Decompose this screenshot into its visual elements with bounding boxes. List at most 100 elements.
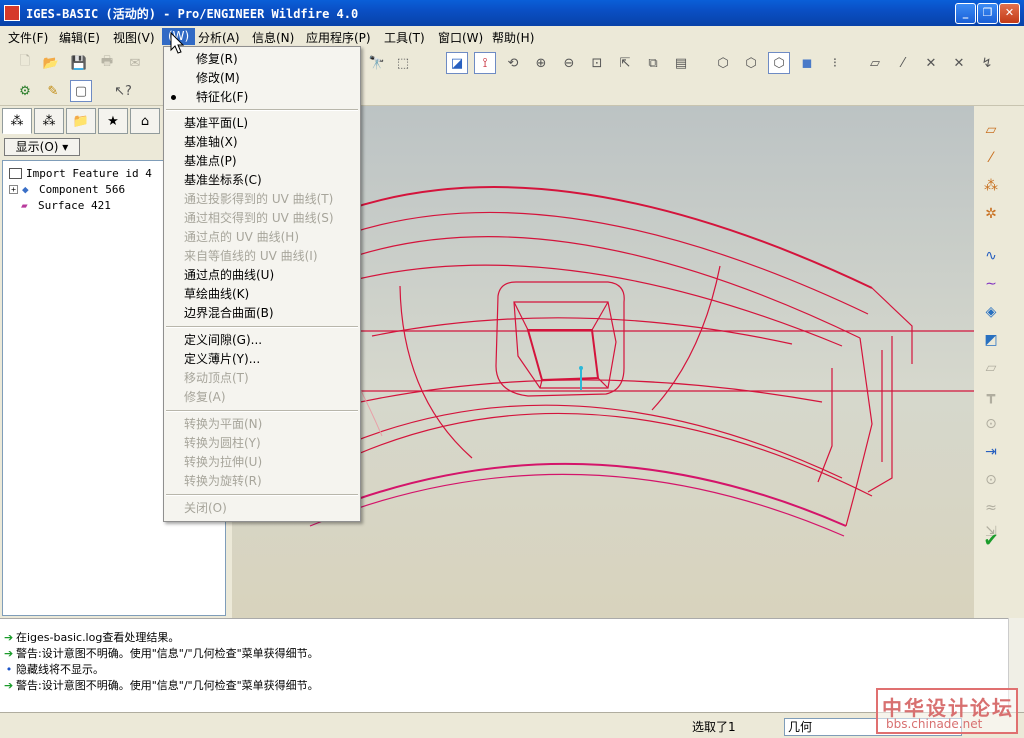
menu-item-datum-axis[interactable]: 基准轴(X) [164,133,360,152]
show-dropdown[interactable]: 显示(O) ▾ [4,138,80,156]
open-icon[interactable]: 📂 [40,52,62,74]
coord-sys-tool-icon[interactable]: ✲ [978,202,1004,226]
reorient-icon[interactable]: ⇱ [614,52,636,74]
plane-convert-icon[interactable]: ▱ [978,356,1004,380]
menu-applications[interactable]: 应用程序(P) [300,28,377,45]
zoom-in-icon[interactable]: ⊕ [530,52,552,74]
datum-axis-display-icon[interactable]: ⁄ [892,52,914,74]
remove-icon[interactable]: ⇥ [978,440,1004,464]
print-icon[interactable]: 🖶 [96,52,118,74]
menu-item-datum-point[interactable]: 基准点(P) [164,152,360,171]
tree-node-component[interactable]: + ◆ Component 566 [9,181,125,197]
menu-file[interactable]: 文件(F) [2,28,54,45]
message-line: ➔ 警告:设计意图不明确。使用"信息"/"几何检查"菜单获得细节。 [4,646,319,661]
uv-curve-tool-icon[interactable]: ∿ [978,244,1004,268]
status-bar: 选取了1 几何 [0,712,1024,738]
menu-view[interactable]: 视图(V) [107,28,161,45]
save-icon[interactable]: 💾 [68,52,90,74]
hidden-line-icon[interactable]: ⬡ [740,52,762,74]
surface-tool-icon[interactable]: ◩ [978,328,1004,352]
menu-help[interactable]: 帮助(H) [486,28,540,45]
coord-sys-display-icon[interactable]: ✕ [948,52,970,74]
watermark-url: bbs.chinade.net [886,717,983,731]
extend-icon[interactable]: ┳ [978,384,1004,408]
menu-item-modify[interactable]: 修改(M) [164,69,360,88]
restore-button[interactable]: ❐ [977,3,998,24]
tab-folder-browser[interactable]: 📁 [66,108,96,134]
tab-layer-tree[interactable]: ⁂ [34,108,64,134]
menu-analysis[interactable]: 分析(A) [192,28,246,45]
email-icon[interactable]: ✉ [124,52,146,74]
menu-item-featurize[interactable]: 特征化(F) [164,88,360,107]
menu-item-convert-plane: 转换为平面(N) [184,417,263,431]
datum-plane-display-icon[interactable]: ▱ [864,52,886,74]
model-tree-toggle-icon[interactable]: ⁝ [824,52,846,74]
tree-node-import-feature[interactable]: Import Feature id 4 [9,165,152,181]
menu-item-close: 关闭(O) [184,501,227,515]
message-info-dot-icon: • [5,662,13,676]
close-button[interactable]: ✕ [999,3,1020,24]
shading-toggle-icon[interactable]: ▢ [70,80,92,102]
window-title: IGES-BASIC (活动的) - Pro/ENGINEER Wildfire… [26,7,359,21]
datum-point-display-icon[interactable]: ✕ [920,52,942,74]
menu-item-define-sliver[interactable]: 定义薄片(Y)... [164,350,360,369]
datum-point-tool-icon[interactable]: ⁂ [978,174,1004,198]
new-icon[interactable]: 🗋 [14,52,36,74]
message-arrow-icon: ➔ [4,630,14,644]
menu-item-datum-csys[interactable]: 基准坐标系(C) [164,171,360,190]
menu-window[interactable]: 窗口(W) [432,28,489,45]
whats-this-icon[interactable]: ↖? [112,80,134,102]
layers-icon[interactable]: ▤ [670,52,692,74]
regenerate-icon[interactable]: ⚙ [14,80,36,102]
tab-web[interactable]: ⌂ [130,108,160,134]
no-hidden-icon[interactable]: ⬡ [768,52,790,74]
accept-check-icon[interactable]: ✔ [978,528,1004,552]
shading-icon[interactable]: ◼ [796,52,818,74]
menu-edit[interactable]: 编辑(E) [53,28,106,45]
menu-item-curve-through-points[interactable]: 通过点的曲线(U) [164,266,360,285]
right-toolbar: ▱ ⁄ ⁂ ✲ ∿ ∼ ◈ ◩ ▱ ┳ ⊙ ⇥ ⊙ ≈ ⇲ ✔ [974,106,1024,618]
menu-item-repair[interactable]: 修复(R) [164,50,360,69]
datum-plane-tool-icon[interactable]: ▱ [978,118,1004,142]
menu-item-convert-revolve: 转换为旋转(R) [184,474,262,488]
menu-separator [166,326,358,328]
app-icon [4,5,20,21]
menu-item-convert-extrude: 转换为拉伸(U) [184,455,263,469]
menu-item-datum-plane[interactable]: 基准平面(L) [164,114,360,133]
refit-icon[interactable]: ⊡ [586,52,608,74]
find-icon[interactable]: 🔭 [366,52,388,74]
menu-tools[interactable]: 工具(T) [378,28,431,45]
minimize-button[interactable]: _ [955,3,976,24]
move-vertex-icon[interactable]: ⊙ [978,412,1004,436]
boundary-blend-icon[interactable]: ◈ [978,300,1004,324]
tab-favorites[interactable]: ★ [98,108,128,134]
menu-bar: 文件(F) 编辑(E) 视图(V) (W) 分析(A) 信息(N) 应用程序(P… [0,26,1024,46]
heal-icon[interactable]: ⊙ [978,468,1004,492]
insert-menu-dropdown: 修复(R) 修改(M) 特征化(F) 基准平面(L) 基准轴(X) 基准点(P)… [163,46,361,522]
sketch-pencil-icon[interactable]: ✎ [42,80,64,102]
datum-axis-tool-icon[interactable]: ⁄ [978,146,1004,170]
select-box-icon[interactable]: ⬚ [392,52,414,74]
message-line: ➔ 在iges-basic.log查看处理结果。 [4,630,180,645]
menu-item-sketch-curve[interactable]: 草绘曲线(K) [164,285,360,304]
annotation-display-icon[interactable]: ↯ [976,52,998,74]
saved-views-icon[interactable]: ⧉ [642,52,664,74]
menu-item-define-gap[interactable]: 定义间隙(G)... [164,331,360,350]
title-bar: IGES-BASIC (活动的) - Pro/ENGINEER Wildfire… [0,0,1024,26]
wireframe-icon[interactable]: ⬡ [712,52,734,74]
message-arrow-icon: ➔ [4,678,14,692]
menu-item-uv-points: 通过点的 UV 曲线(H) [184,230,300,244]
orient-mode-icon[interactable]: ⟲ [502,52,524,74]
fix-gap-icon[interactable]: ≈ [978,496,1004,520]
menu-item-boundary-blend[interactable]: 边界混合曲面(B) [164,304,360,323]
top-toolbar: 🗋 📂 💾 🖶 ✉ ⚙ ✎ ▢ ↖? 🔭 ⬚ ◪ ⟟ ⟲ ⊕ ⊖ ⊡ ⇱ ⧉ ▤… [0,46,1024,106]
tab-model-tree[interactable]: ⁂ [2,108,32,134]
spin-center-icon[interactable]: ⟟ [474,52,496,74]
curve-through-points-icon[interactable]: ∼ [978,272,1004,296]
menu-info[interactable]: 信息(N) [246,28,300,45]
repaint-icon[interactable]: ◪ [446,52,468,74]
zoom-out-icon[interactable]: ⊖ [558,52,580,74]
tree-node-surface[interactable]: ▰ Surface 421 [21,197,111,213]
expand-icon[interactable]: + [9,184,18,194]
navigator-tabs: ⁂ ⁂ 📁 ★ ⌂ [2,108,162,134]
